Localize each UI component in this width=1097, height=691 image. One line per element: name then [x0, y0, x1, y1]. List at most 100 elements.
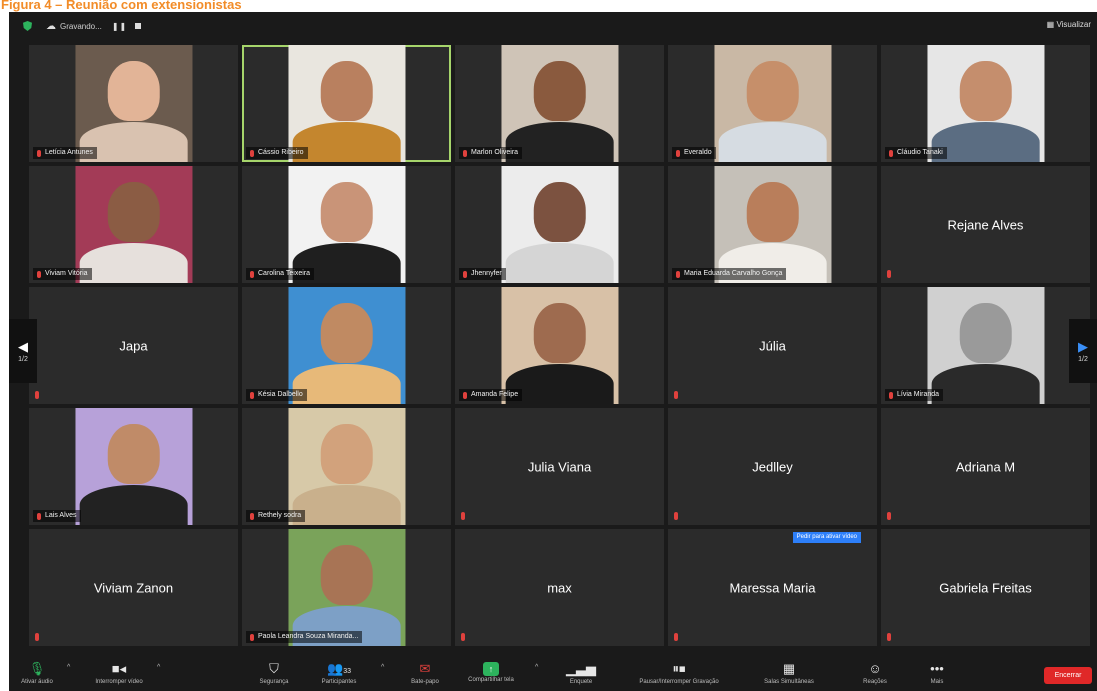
muted-microphone-icon: [35, 633, 39, 641]
muted-microphone-icon: [889, 391, 893, 399]
participants-count: 33: [343, 668, 351, 675]
participant-shoulders: [292, 485, 401, 525]
muted-microphone-icon: [37, 149, 41, 157]
participant-name-label: Jhennyfer: [459, 268, 506, 280]
muted-microphone-icon: [250, 512, 254, 520]
participant-tile[interactable]: Paola Leandra Souza Miranda...: [242, 529, 451, 646]
participant-face: [959, 61, 1012, 121]
chevron-up-icon[interactable]: ^: [67, 664, 70, 671]
participant-tile[interactable]: Adriana M: [881, 408, 1090, 525]
participant-tile[interactable]: Maria Eduarda Carvalho Gonça: [668, 166, 877, 283]
participant-name-text: Késia Dalbello: [258, 391, 303, 398]
participant-tile[interactable]: Késia Dalbello: [242, 287, 451, 404]
muted-microphone-icon: [889, 149, 893, 157]
participant-tile[interactable]: Carolina Teixeira: [242, 166, 451, 283]
arrow-right-icon: ▶: [1078, 338, 1088, 354]
reactions-button[interactable]: ☺ Reações: [840, 660, 910, 685]
participant-name-label: Rethely sodra: [246, 510, 306, 522]
recording-controls-button[interactable]: ⏸⏹ Pausar/Interromper Gravação: [639, 660, 718, 685]
next-page-button[interactable]: ▶ 1/2: [1069, 319, 1097, 383]
security-label: Segurança: [259, 679, 289, 685]
participant-face: [746, 182, 799, 242]
participant-name-text: Paola Leandra Souza Miranda...: [258, 633, 359, 640]
participant-shoulders: [292, 122, 401, 162]
participant-shoulders: [79, 485, 188, 525]
breakout-rooms-label: Salas Simultâneas: [764, 679, 814, 685]
participant-tile[interactable]: Marlon Oliveira: [455, 45, 664, 162]
participant-name-text: Letícia Antunes: [45, 149, 93, 156]
participant-video: [287, 45, 406, 162]
participant-tile[interactable]: Amanda Felipe: [455, 287, 664, 404]
polls-button[interactable]: ▁▃▅ Enquete: [546, 660, 616, 685]
more-button[interactable]: ••• Mais: [902, 660, 972, 685]
participant-tile[interactable]: Japa: [29, 287, 238, 404]
participant-tile[interactable]: Maressa Maria Pedir para ativar vídeo: [668, 529, 877, 646]
chat-button[interactable]: ✉ Bate-papo: [390, 660, 460, 685]
participants-button[interactable]: 👥33 Participantes: [304, 660, 374, 685]
participant-tile[interactable]: Gabriela Freitas: [881, 529, 1090, 646]
participant-name-text: Jhennyfer: [471, 270, 502, 277]
participant-shoulders: [931, 122, 1040, 162]
participant-display-name: Viviam Zanon: [93, 580, 174, 595]
ask-to-start-video-button[interactable]: Pedir para ativar vídeo: [792, 532, 861, 543]
participant-face: [107, 182, 160, 242]
participant-tile[interactable]: Jedlley: [668, 408, 877, 525]
shield-icon[interactable]: [23, 21, 32, 31]
chevron-up-icon[interactable]: ^: [535, 664, 538, 671]
muted-microphone-icon: [674, 391, 678, 399]
chevron-up-icon[interactable]: ^: [157, 664, 160, 671]
reactions-icon: ☺: [868, 661, 882, 676]
share-screen-icon: ↑: [483, 662, 499, 676]
pause-recording-icon[interactable]: ❚❚: [112, 22, 127, 31]
participant-tile[interactable]: Cássio Ribeiro: [242, 45, 451, 162]
breakout-rooms-button[interactable]: ▦ Salas Simultâneas: [754, 660, 824, 685]
participant-video: [74, 166, 193, 283]
participant-name-text: Carolina Teixeira: [258, 270, 311, 277]
participant-tile[interactable]: Cláudio Tanaki: [881, 45, 1090, 162]
participant-name-text: Maria Eduarda Carvalho Gonça: [684, 270, 783, 277]
participant-tile[interactable]: Lívia Miranda: [881, 287, 1090, 404]
participant-tile[interactable]: Viviam Vitória: [29, 166, 238, 283]
unmute-button[interactable]: 🎙 Ativar áudio: [2, 660, 72, 685]
polls-label: Enquete: [569, 679, 593, 685]
participant-video: [74, 408, 193, 525]
muted-microphone-icon: [676, 270, 680, 278]
stop-video-button[interactable]: ■◂ Interromper vídeo: [84, 660, 154, 685]
muted-microphone-icon: [463, 149, 467, 157]
microphone-icon: 🎙: [28, 661, 46, 676]
participant-tile[interactable]: Rethely sodra: [242, 408, 451, 525]
previous-page-button[interactable]: ◀ 1/2: [9, 319, 37, 383]
unmute-label: Ativar áudio: [21, 679, 53, 685]
participant-display-name: max: [547, 580, 572, 595]
participant-tile[interactable]: Jhennyfer: [455, 166, 664, 283]
participant-tile[interactable]: Viviam Zanon: [29, 529, 238, 646]
end-meeting-button[interactable]: Encerrar: [1044, 667, 1092, 684]
cloud-recording-icon: ☁: [46, 20, 56, 32]
chevron-up-icon[interactable]: ^: [381, 664, 384, 671]
muted-microphone-icon: [674, 512, 678, 520]
participant-shoulders: [292, 364, 401, 404]
participant-tile[interactable]: Julia Viana: [455, 408, 664, 525]
more-label: Mais: [930, 679, 944, 685]
stop-recording-icon[interactable]: [135, 23, 142, 29]
participant-video: [500, 45, 619, 162]
participant-display-name: Julia Viana: [527, 459, 592, 474]
security-button[interactable]: ⛉ Segurança: [239, 660, 309, 685]
participant-tile[interactable]: Lais Alves: [29, 408, 238, 525]
participant-name-label: Lais Alves: [33, 510, 81, 522]
share-screen-button[interactable]: ↑ Compartilhar tela: [456, 660, 526, 683]
page-indicator-left: 1/2: [18, 355, 28, 363]
participant-face: [533, 182, 586, 242]
participant-tile[interactable]: max: [455, 529, 664, 646]
participant-face: [320, 303, 373, 363]
participant-shoulders: [79, 243, 188, 283]
participant-tile[interactable]: Júlia: [668, 287, 877, 404]
participant-tile[interactable]: Letícia Antunes: [29, 45, 238, 162]
participant-tile[interactable]: Everaldo: [668, 45, 877, 162]
participants-icon: 👥33: [327, 661, 351, 676]
participant-display-name: Rejane Alves: [947, 217, 1024, 232]
view-button[interactable]: ▦ Visualizar: [1047, 20, 1091, 29]
zoom-meeting-window: ☁ Gravando... ❚❚ ▦ Visualizar Letícia An…: [9, 12, 1097, 691]
participant-face: [533, 61, 586, 121]
participant-tile[interactable]: Rejane Alves: [881, 166, 1090, 283]
